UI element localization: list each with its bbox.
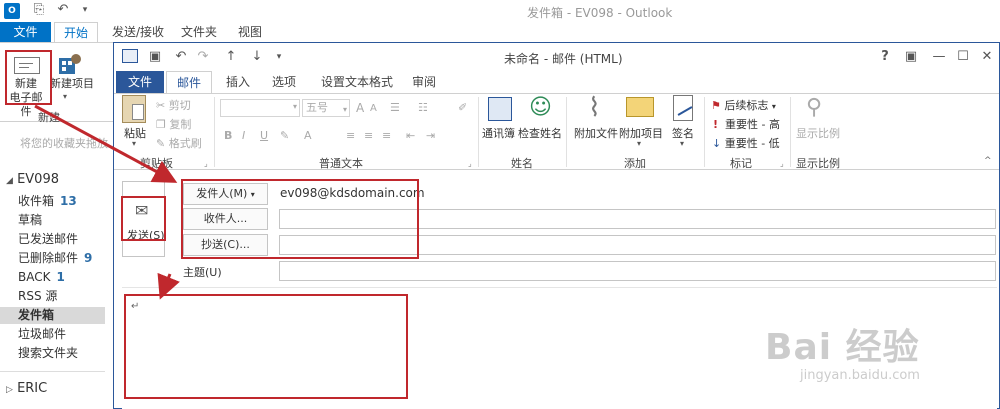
arrow-to-recipients [34, 104, 178, 183]
watermark-url: jingyan.baidu.com [800, 368, 920, 383]
arrow-to-body [157, 272, 180, 300]
watermark-logo: Bai 经验 [765, 327, 920, 368]
screenshot-stage: O ⎘ ↶ ▾ 发件箱 - EV098 - Outlook 文件 开始 发送/接… [0, 0, 1000, 409]
